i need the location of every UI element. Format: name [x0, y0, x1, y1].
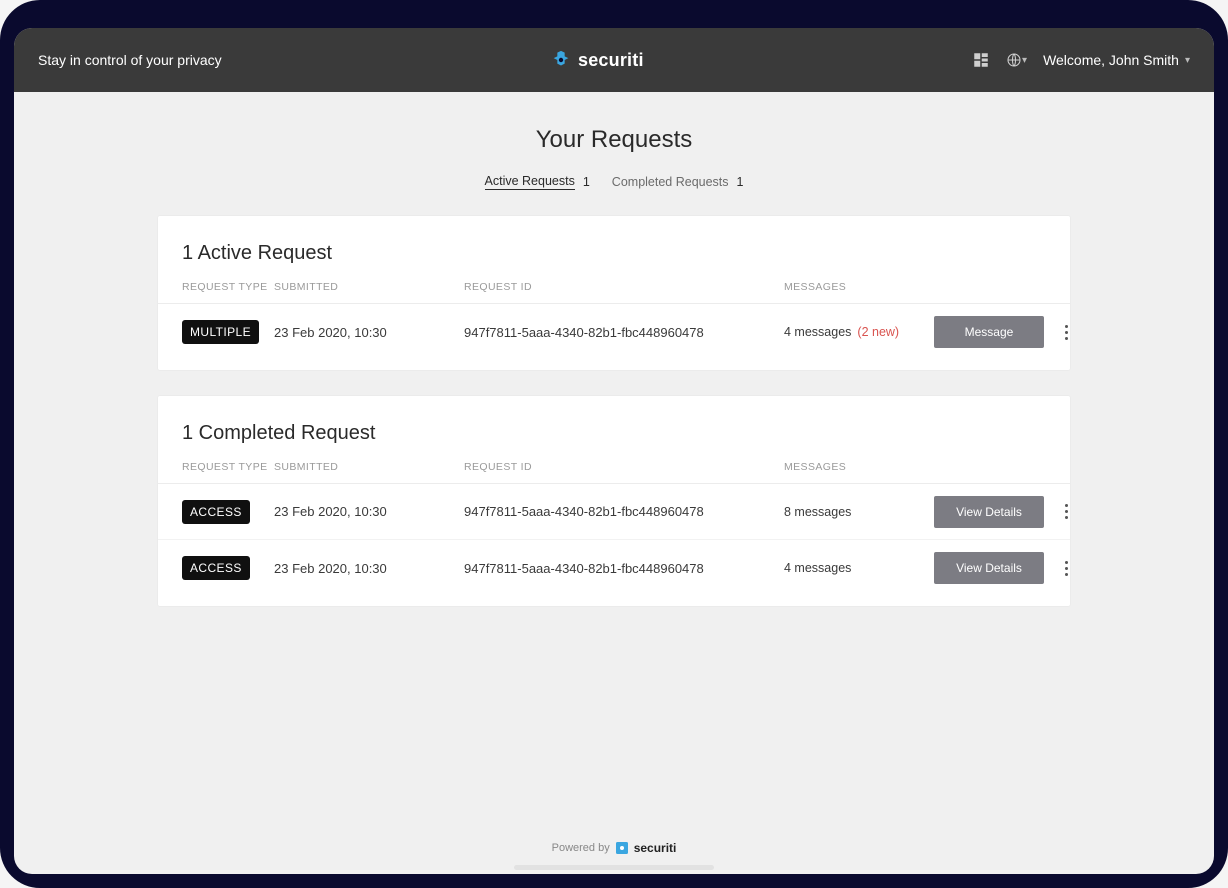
col-submitted: SUBMITTED	[274, 281, 464, 293]
table-row: MULTIPLE 23 Feb 2020, 10:30 947f7811-5aa…	[158, 304, 1070, 360]
brand-text: securiti	[578, 50, 644, 71]
tab-label: Active Requests	[485, 174, 575, 190]
page-title: Your Requests	[536, 126, 693, 154]
message-button[interactable]: Message	[934, 316, 1044, 348]
request-type-badge: MULTIPLE	[182, 320, 259, 344]
col-type: REQUEST TYPE	[182, 461, 274, 473]
messages-cell: 8 messages	[784, 505, 934, 519]
tab-count: 1	[583, 175, 590, 189]
brand: securiti	[222, 49, 972, 71]
table-row: ACCESS 23 Feb 2020, 10:30 947f7811-5aaa-…	[158, 540, 1070, 596]
logo-icon	[550, 49, 572, 71]
logo-icon	[616, 842, 628, 854]
messages-count: 8 messages	[784, 505, 851, 519]
col-id: REQUEST ID	[464, 281, 784, 293]
chevron-down-icon: ▾	[1022, 55, 1027, 66]
chevron-down-icon: ▾	[1185, 55, 1190, 66]
messages-count: 4 messages	[784, 325, 851, 339]
screen: Stay in control of your privacy securiti	[14, 28, 1214, 874]
request-type-badge: ACCESS	[182, 500, 250, 524]
view-details-button[interactable]: View Details	[934, 496, 1044, 528]
request-id-cell: 947f7811-5aaa-4340-82b1-fbc448960478	[464, 504, 784, 519]
tab-count: 1	[737, 175, 744, 189]
user-menu[interactable]: Welcome, John Smith ▾	[1043, 52, 1190, 68]
footer-prefix: Powered by	[552, 842, 610, 854]
messages-new: (2 new)	[857, 325, 899, 339]
messages-cell: 4 messages (2 new)	[784, 325, 934, 339]
row-menu-icon[interactable]	[1054, 500, 1078, 524]
col-messages: MESSAGES	[784, 461, 934, 473]
submitted-cell: 23 Feb 2020, 10:30	[274, 561, 464, 576]
table-row: ACCESS 23 Feb 2020, 10:30 947f7811-5aaa-…	[158, 484, 1070, 540]
submitted-cell: 23 Feb 2020, 10:30	[274, 504, 464, 519]
active-requests-section: 1 Active Request REQUEST TYPE SUBMITTED …	[158, 216, 1070, 370]
tagline: Stay in control of your privacy	[38, 52, 222, 68]
col-id: REQUEST ID	[464, 461, 784, 473]
section-title: 1 Completed Request	[158, 396, 1070, 461]
submitted-cell: 23 Feb 2020, 10:30	[274, 325, 464, 340]
request-type-badge: ACCESS	[182, 556, 250, 580]
view-details-button[interactable]: View Details	[934, 552, 1044, 584]
app-header: Stay in control of your privacy securiti	[14, 28, 1214, 92]
globe-icon[interactable]: ▾	[1006, 52, 1027, 68]
row-menu-icon[interactable]	[1054, 320, 1078, 344]
completed-requests-section: 1 Completed Request REQUEST TYPE SUBMITT…	[158, 396, 1070, 606]
request-id-cell: 947f7811-5aaa-4340-82b1-fbc448960478	[464, 325, 784, 340]
footer: Powered by securiti	[552, 815, 677, 865]
col-submitted: SUBMITTED	[274, 461, 464, 473]
dashboard-icon[interactable]	[972, 51, 990, 69]
content: Your Requests Active Requests 1 Complete…	[14, 92, 1214, 874]
table-header: REQUEST TYPE SUBMITTED REQUEST ID MESSAG…	[158, 461, 1070, 484]
messages-cell: 4 messages	[784, 561, 934, 575]
welcome-text: Welcome, John Smith	[1043, 52, 1179, 68]
tab-completed-requests[interactable]: Completed Requests 1	[612, 174, 744, 190]
row-menu-icon[interactable]	[1054, 556, 1078, 580]
request-id-cell: 947f7811-5aaa-4340-82b1-fbc448960478	[464, 561, 784, 576]
tabs: Active Requests 1 Completed Requests 1	[485, 174, 744, 190]
tab-active-requests[interactable]: Active Requests 1	[485, 174, 590, 190]
scroll-indicator	[514, 865, 714, 870]
tab-label: Completed Requests	[612, 175, 729, 189]
section-title: 1 Active Request	[158, 216, 1070, 281]
device-frame: Stay in control of your privacy securiti	[0, 0, 1228, 888]
messages-count: 4 messages	[784, 561, 851, 575]
footer-brand: securiti	[634, 841, 677, 855]
col-messages: MESSAGES	[784, 281, 934, 293]
table-header: REQUEST TYPE SUBMITTED REQUEST ID MESSAG…	[158, 281, 1070, 304]
col-type: REQUEST TYPE	[182, 281, 274, 293]
